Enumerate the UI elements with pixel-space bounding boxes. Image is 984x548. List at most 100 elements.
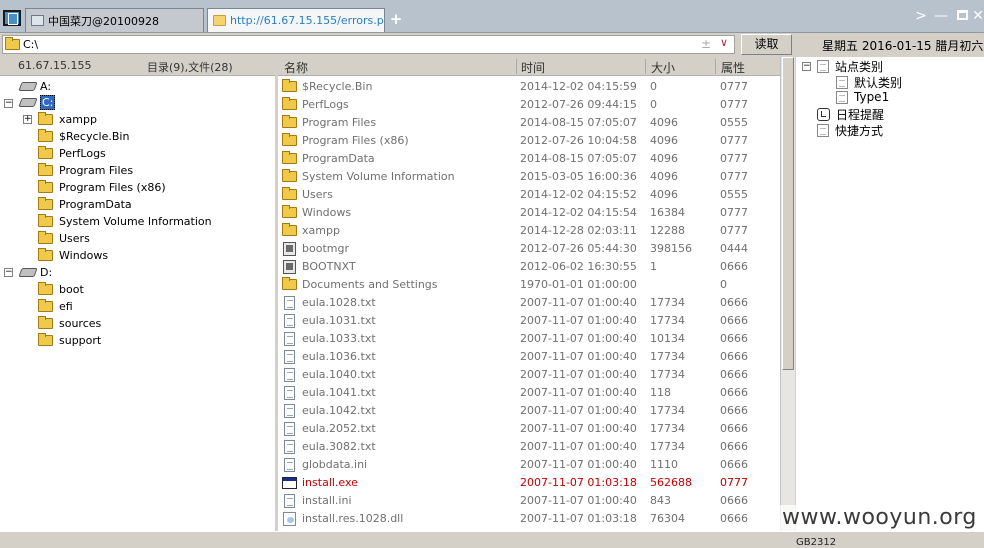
file-time: 2007-11-07 01:00:40 xyxy=(520,404,637,417)
path-input[interactable] xyxy=(23,37,703,52)
file-row[interactable]: bootmgr 2012-07-26 05:44:30 398156 0444 xyxy=(278,240,780,258)
file-row[interactable]: eula.3082.txt 2007-11-07 01:00:40 17734 066… xyxy=(278,438,780,456)
tree-item-drive-d[interactable]: D: xyxy=(18,264,52,280)
exe-file-icon xyxy=(282,477,297,489)
file-row[interactable]: install.exe 2007-11-07 01:03:18 562688 0777 xyxy=(278,474,780,492)
file-row[interactable]: Users 2014-12-02 04:15:52 4096 0555 xyxy=(278,186,780,204)
file-row[interactable]: Program Files (x86) 2012-07-26 10:04:58 40… xyxy=(278,132,780,150)
column-header-name[interactable]: 名称 xyxy=(284,59,308,76)
file-attr: 0777 xyxy=(720,224,748,237)
file-row[interactable]: PerfLogs 2012-07-26 09:44:15 0 0777 xyxy=(278,96,780,114)
file-row[interactable]: Windows 2014-12-02 04:15:54 16384 0777 xyxy=(278,204,780,222)
file-attr: 0777 xyxy=(720,98,748,111)
file-row[interactable]: ProgramData 2014-08-15 07:05:07 4096 0777 xyxy=(278,150,780,168)
tree-item-folder[interactable]: Program Files xyxy=(38,162,133,178)
file-attr: 0777 xyxy=(720,476,748,489)
file-row[interactable]: eula.1028.txt 2007-11-07 01:00:40 17734 066… xyxy=(278,294,780,312)
file-row[interactable]: install.ini 2007-11-07 01:00:40 843 0666 xyxy=(278,492,780,510)
folder-icon xyxy=(282,133,297,147)
column-header-size[interactable]: 大小 xyxy=(651,59,675,76)
plus-minus-icon[interactable]: ± xyxy=(701,37,711,51)
file-row[interactable]: BOOTNXT 2012-06-02 16:30:55 1 0666 xyxy=(278,258,780,276)
file-name: eula.1042.txt xyxy=(302,404,376,417)
text-file-icon xyxy=(282,368,297,382)
file-row[interactable]: eula.1040.txt 2007-11-07 01:00:40 17734 066… xyxy=(278,366,780,384)
tree-item-folder[interactable]: Program Files (x86) xyxy=(38,179,166,195)
file-name: BOOTNXT xyxy=(302,260,356,273)
file-row[interactable]: eula.2052.txt 2007-11-07 01:00:40 17734 066… xyxy=(278,420,780,438)
tree-item-folder[interactable]: System Volume Information xyxy=(38,213,212,229)
tree-item-folder[interactable]: $Recycle.Bin xyxy=(38,128,129,144)
tree-item-schedule[interactable]: 日程提醒 xyxy=(817,106,884,123)
tree-item-default-category[interactable]: 默认类别 xyxy=(836,74,902,91)
chevron-right-icon[interactable]: > xyxy=(913,9,929,23)
tree-item-site-category[interactable]: 站点类别 xyxy=(817,58,883,75)
file-row[interactable]: eula.1033.txt 2007-11-07 01:00:40 10134 066… xyxy=(278,330,780,348)
column-divider[interactable] xyxy=(516,59,517,74)
tree-item-type1[interactable]: Type1 xyxy=(836,90,889,104)
tree-item-folder[interactable]: xampp xyxy=(38,111,97,127)
folder-icon xyxy=(282,115,297,129)
tree-item-drive-c[interactable]: C: xyxy=(18,94,56,110)
file-row[interactable]: install.res.1028.dll 2007-11-07 01:03:18 7… xyxy=(278,510,780,528)
text-file-icon xyxy=(282,422,297,436)
shortcut-icon xyxy=(817,124,829,137)
text-file-icon xyxy=(282,350,297,364)
file-attr: 0666 xyxy=(720,494,748,507)
file-row[interactable]: Documents and Settings 1970-01-01 01:00:0… xyxy=(278,276,780,294)
file-time: 2007-11-07 01:03:18 xyxy=(520,476,637,489)
column-divider[interactable] xyxy=(645,59,646,74)
file-row[interactable]: eula.1036.txt 2007-11-07 01:00:40 17734 066… xyxy=(278,348,780,366)
folder-icon xyxy=(38,179,53,193)
clock-icon xyxy=(817,108,830,121)
tree-item-label: 日程提醒 xyxy=(836,108,885,122)
file-row[interactable]: eula.1031.txt 2007-11-07 01:00:40 17734 066… xyxy=(278,312,780,330)
file-row[interactable]: globdata.ini 2007-11-07 01:00:40 1110 0666 xyxy=(278,456,780,474)
vertical-scrollbar[interactable] xyxy=(780,57,795,531)
file-time: 2014-12-02 04:15:59 xyxy=(520,80,637,93)
tab-home[interactable]: 中国菜刀@20100928 xyxy=(25,8,204,32)
column-header-time[interactable]: 时间 xyxy=(521,59,545,76)
collapse-icon[interactable]: − xyxy=(802,62,811,71)
tree-item-drive-a[interactable]: A: xyxy=(18,78,51,94)
tree-item-folder[interactable]: boot xyxy=(38,281,84,297)
column-divider[interactable] xyxy=(715,59,716,74)
file-row[interactable]: Program Files 2014-08-15 07:05:07 4096 0555 xyxy=(278,114,780,132)
minimize-icon[interactable]: — xyxy=(933,9,949,23)
column-header-attr[interactable]: 属性 xyxy=(721,59,745,76)
tree-item-folder[interactable]: support xyxy=(38,332,101,348)
file-size: 118 xyxy=(650,386,671,399)
file-time: 2015-03-05 16:00:36 xyxy=(520,170,637,183)
maximize-icon[interactable] xyxy=(954,9,970,23)
file-row[interactable]: eula.1041.txt 2007-11-07 01:00:40 118 0666 xyxy=(278,384,780,402)
read-button[interactable]: 读取 xyxy=(741,34,792,55)
tree-item-folder[interactable]: ProgramData xyxy=(38,196,132,212)
scrollbar-thumb[interactable] xyxy=(782,57,794,370)
file-size: 16384 xyxy=(650,206,685,219)
tree-item-folder[interactable]: Users xyxy=(38,230,90,246)
tab-file-manager[interactable]: http://61.67.15.155/errors.php xyxy=(207,8,385,32)
tree-item-shortcuts[interactable]: 快捷方式 xyxy=(817,122,883,139)
text-file-icon xyxy=(282,440,297,454)
new-tab-button[interactable]: + xyxy=(389,10,403,28)
file-row[interactable]: eula.1042.txt 2007-11-07 01:00:40 17734 066… xyxy=(278,402,780,420)
chevron-down-icon[interactable]: ∨ xyxy=(720,36,728,49)
folder-icon xyxy=(282,79,297,93)
tree-item-folder[interactable]: efi xyxy=(38,298,73,314)
folder-icon xyxy=(38,213,53,227)
file-time: 2007-11-07 01:00:40 xyxy=(520,332,637,345)
file-row[interactable]: xampp 2014-12-28 02:03:11 12288 0777 xyxy=(278,222,780,240)
file-row[interactable]: $Recycle.Bin 2014-12-02 04:15:59 0 0777 xyxy=(278,78,780,96)
close-icon[interactable]: ✕ xyxy=(972,9,984,23)
expand-icon[interactable]: + xyxy=(23,115,32,124)
tree-item-folder[interactable]: PerfLogs xyxy=(38,145,106,161)
collapse-icon[interactable]: − xyxy=(4,99,13,108)
file-row[interactable]: System Volume Information 2015-03-05 16:0… xyxy=(278,168,780,186)
collapse-icon[interactable]: − xyxy=(4,268,13,277)
tree-item-folder[interactable]: sources xyxy=(38,315,101,331)
file-time: 2012-07-26 10:04:58 xyxy=(520,134,637,147)
tree-item-folder[interactable]: Windows xyxy=(38,247,108,263)
text-file-icon xyxy=(282,332,297,346)
file-name: eula.1031.txt xyxy=(302,314,376,327)
folder-icon xyxy=(282,205,297,219)
